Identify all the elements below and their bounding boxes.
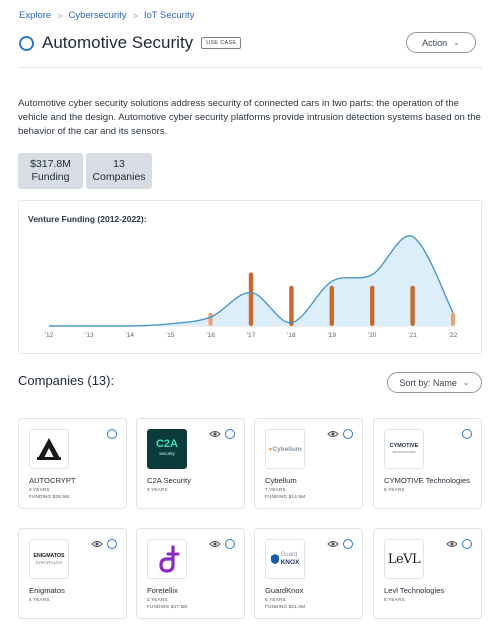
company-card-autocrypt[interactable]: AUTOCRYPT 3 YEARS FUNDING $38.5M [18, 418, 127, 509]
divider [19, 67, 482, 68]
breadcrumb-iot-security[interactable]: IoT Security [144, 10, 195, 21]
title-row: Automotive Security USE CASE Action ⌄ [19, 32, 481, 54]
breadcrumb-cybersecurity[interactable]: Cybersecurity [68, 10, 126, 21]
levl-logo-icon: LeVL [384, 539, 424, 579]
bar-18 [289, 285, 294, 326]
chevron-down-icon: ⌄ [453, 38, 460, 47]
companies-title: Companies (13): [18, 373, 115, 388]
company-name: Cybellum [265, 476, 297, 485]
description: Automotive cyber security solutions addr… [18, 98, 481, 138]
x-tick-label: '16 [206, 332, 215, 339]
companies-value: 13 [113, 158, 125, 170]
bar-20 [370, 285, 375, 326]
x-tick-label: '15 [166, 332, 175, 339]
breadcrumb-separator: > [132, 10, 138, 21]
company-funding: FUNDING $38.5M [29, 494, 70, 499]
bar-22 [450, 312, 456, 326]
company-name: Levl Technologies [384, 586, 445, 595]
funding-value: $317.8M [30, 158, 71, 170]
company-years: 4 YEARS [29, 597, 50, 602]
x-tick-label: '20 [368, 332, 377, 339]
x-tick-label: '19 [328, 332, 337, 339]
select-circle-icon[interactable] [225, 539, 235, 549]
breadcrumb-separator: > [57, 10, 63, 21]
sort-button[interactable]: Sort by: Name ⌄ [387, 372, 482, 393]
select-circle-icon[interactable] [343, 539, 353, 549]
autocrypt-logo-icon [29, 429, 69, 469]
company-card-levl[interactable]: LeVL Levl Technologies 5 YEARS [373, 528, 482, 619]
eye-icon[interactable] [91, 539, 103, 549]
select-circle-icon[interactable] [343, 429, 353, 439]
company-years: 3 YEARS [147, 597, 168, 602]
eye-icon[interactable] [327, 429, 339, 439]
enigmatos-logo-icon: ENIGMATOS ENIGMATOS [29, 539, 69, 579]
eye-icon[interactable] [327, 539, 339, 549]
company-card-cymotive[interactable]: CYMOTIVE TECHNOLOGIES CYMOTIVE Technolog… [373, 418, 482, 509]
funding-stat: $317.8M Funding [18, 153, 83, 189]
company-funding: FUNDING $47.5M [147, 604, 188, 609]
company-card-c2a-security[interactable]: C2A security C2A Security 3 YEARS [136, 418, 245, 509]
company-name: CYMOTIVE Technologies [384, 476, 470, 485]
company-funding: FUNDING $14.5M [265, 494, 306, 499]
company-years: 5 YEARS [265, 597, 286, 602]
action-button[interactable]: Action ⌄ [406, 32, 476, 53]
company-name: GuardKnox [265, 586, 304, 595]
company-years: 5 YEARS [384, 597, 405, 602]
bar-21 [410, 285, 415, 326]
company-name: C2A Security [147, 476, 191, 485]
funding-label: Funding [31, 171, 70, 183]
x-tick-label: '22 [449, 332, 458, 339]
x-tick-label: '21 [408, 332, 417, 339]
companies-stat: 13 Companies [86, 153, 152, 189]
company-years: 6 YEARS [384, 487, 405, 492]
foretellix-logo-icon [147, 539, 187, 579]
venture-funding-chart: Venture Funding (2012-2022): '12'13'14'1… [18, 200, 482, 354]
company-name: AUTOCRYPT [29, 476, 76, 485]
use-case-badge: USE CASE [201, 37, 242, 49]
action-button-label: Action [422, 37, 448, 48]
company-years: 3 YEARS [29, 487, 50, 492]
chart-svg: '12 '13 '14 '15 '16 '17 '18 '19 '20 '21 '22 [45, 235, 458, 339]
eye-icon[interactable] [209, 539, 221, 549]
company-name: Enigmatos [29, 586, 65, 595]
page-title: Automotive Security [42, 33, 194, 52]
c2a-logo-icon: C2A security [147, 429, 187, 469]
company-card-guardknox[interactable]: Guard KNOX GuardKnox 5 YEARS FUNDING $21… [254, 528, 363, 619]
breadcrumb: Explore > Cybersecurity > IoT Security [19, 10, 194, 21]
cybellum-logo-icon: ●Cybellum [265, 429, 305, 469]
select-circle-icon[interactable] [462, 429, 472, 439]
bar-17 [248, 272, 254, 326]
cymotive-logo-icon: CYMOTIVE TECHNOLOGIES [384, 429, 424, 469]
company-card-cybellum[interactable]: ●Cybellum Cybellum 7 YEARS FUNDING $14.5… [254, 418, 363, 509]
x-tick-label: '18 [287, 332, 296, 339]
eye-icon[interactable] [209, 429, 221, 439]
x-tick-label: '17 [247, 332, 256, 339]
sort-button-label: Sort by: Name [399, 377, 457, 388]
x-tick-label: '14 [126, 332, 135, 339]
x-tick-label: '13 [85, 332, 94, 339]
bar-16 [208, 312, 213, 326]
company-years: 7 YEARS [265, 487, 286, 492]
company-name: Foretellix [147, 586, 178, 595]
bar-19 [329, 285, 334, 326]
chevron-down-icon: ⌄ [462, 378, 470, 387]
select-circle-icon[interactable] [107, 429, 117, 439]
select-circle-icon[interactable] [225, 429, 235, 439]
select-circle-icon[interactable] [19, 35, 34, 51]
company-funding: FUNDING $21.0M [265, 604, 306, 609]
x-tick-label: '12 [45, 332, 54, 339]
select-circle-icon[interactable] [462, 539, 472, 549]
select-circle-icon[interactable] [107, 539, 117, 549]
breadcrumb-explore[interactable]: Explore [19, 10, 51, 21]
company-card-enigmatos[interactable]: ENIGMATOS ENIGMATOS Enigmatos 4 YEARS [18, 528, 127, 619]
companies-label: Companies [92, 171, 146, 183]
company-years: 3 YEARS [147, 487, 168, 492]
guardknox-logo-icon: Guard KNOX [265, 539, 305, 579]
eye-icon[interactable] [446, 539, 458, 549]
company-card-foretellix[interactable]: Foretellix 3 YEARS FUNDING $47.5M [136, 528, 245, 619]
